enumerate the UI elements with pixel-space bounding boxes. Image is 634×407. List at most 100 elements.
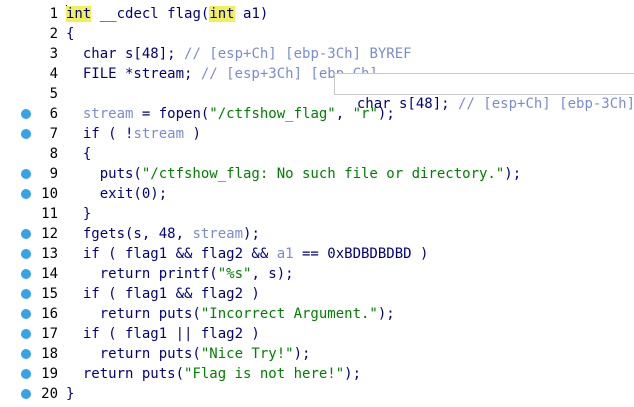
code-text[interactable]: FILE *stream; // [esp+3Ch] [ebp-Ch] bbox=[66, 64, 378, 84]
code-text[interactable]: } bbox=[66, 204, 91, 224]
code-token: ); bbox=[243, 226, 260, 242]
breakpoint-dot-icon[interactable] bbox=[21, 189, 31, 199]
code-token: { bbox=[66, 146, 92, 162]
line-number: 8 bbox=[49, 146, 58, 162]
breakpoint-dot-icon[interactable] bbox=[21, 169, 31, 179]
code-text[interactable]: return puts("Nice Try!"); bbox=[66, 344, 311, 364]
breakpoint-dot-icon[interactable] bbox=[21, 289, 31, 299]
line-number: 10 bbox=[41, 186, 58, 202]
code-token: return printf( bbox=[66, 266, 218, 282]
code-line[interactable]: 7 if ( !stream ) bbox=[0, 124, 634, 144]
code-token: = fopen( bbox=[133, 106, 210, 122]
code-token: return puts( bbox=[66, 346, 201, 362]
line-number: 15 bbox=[41, 286, 58, 302]
line-number: 6 bbox=[49, 106, 58, 122]
code-token: a1) bbox=[234, 6, 269, 22]
code-line[interactable]: 15 if ( flag1 && flag2 ) bbox=[0, 284, 634, 304]
string-literal: "/ctfshow_flag: No such file or director… bbox=[141, 166, 505, 182]
highlighted-keyword: int bbox=[66, 6, 92, 22]
breakpoint-dot-icon[interactable] bbox=[21, 349, 31, 359]
line-number: 11 bbox=[41, 206, 58, 222]
code-line[interactable]: 19 return puts("Flag is not here!"); bbox=[0, 364, 634, 384]
line-number: 9 bbox=[49, 166, 58, 182]
code-token: { bbox=[66, 26, 75, 42]
code-line[interactable]: 8 { bbox=[0, 144, 634, 164]
code-line[interactable]: 10 exit(0); bbox=[0, 184, 634, 204]
code-token: , s); bbox=[251, 266, 294, 282]
breakpoint-dot-icon[interactable] bbox=[21, 389, 31, 399]
code-text[interactable]: fgets(s, 48, stream); bbox=[66, 224, 260, 244]
code-line[interactable]: 13 if ( flag1 && flag2 && a1 == 0xBDBDBD… bbox=[0, 244, 634, 264]
variable-token: stream bbox=[192, 226, 244, 242]
code-line[interactable]: 16 return puts("Incorrect Argument."); bbox=[0, 304, 634, 324]
code-text[interactable]: return puts("Flag is not here!"); bbox=[66, 364, 361, 384]
breakpoint-dot-icon[interactable] bbox=[21, 249, 31, 259]
code-line[interactable]: 2{ bbox=[0, 24, 634, 44]
code-token: ) bbox=[184, 126, 201, 142]
code-token: == 0xBDBDBDBD ) bbox=[293, 246, 429, 262]
line-number: 14 bbox=[41, 266, 58, 282]
code-token: } bbox=[66, 206, 92, 222]
line-number: 19 bbox=[41, 366, 58, 382]
code-text[interactable]: char s[48]; // [esp+Ch] [ebp-3Ch] BYREF bbox=[66, 44, 412, 64]
line-number: 16 bbox=[41, 306, 58, 322]
code-text[interactable]: exit(0); bbox=[66, 184, 167, 204]
string-literal: "Incorrect Argument." bbox=[200, 306, 378, 322]
code-token: if ( flag1 && flag2 ) bbox=[66, 286, 260, 302]
code-text[interactable]: { bbox=[66, 24, 74, 44]
code-token: __cdecl flag( bbox=[91, 6, 210, 22]
breakpoint-dot-icon[interactable] bbox=[21, 309, 31, 319]
line-number: 13 bbox=[41, 246, 58, 262]
pseudocode-view[interactable]: 1 int __cdecl flag(int a1) 2{3 char s[48];… bbox=[0, 0, 634, 407]
code-text[interactable]: if ( flag1 && flag2 ) bbox=[66, 284, 260, 304]
string-literal: "%s" bbox=[217, 266, 252, 282]
code-text[interactable]: puts("/ctfshow_flag: No such file or dir… bbox=[66, 164, 521, 184]
code-token: puts( bbox=[66, 166, 142, 182]
code-text[interactable]: { bbox=[66, 144, 91, 164]
code-token: if ( flag1 || flag2 ) bbox=[66, 326, 260, 342]
line-number: 12 bbox=[41, 226, 58, 242]
code-token: ); bbox=[377, 306, 395, 322]
code-line[interactable]: 12 fgets(s, 48, stream); bbox=[0, 224, 634, 244]
code-token: if ( ! bbox=[66, 126, 134, 142]
code-text[interactable]: } bbox=[66, 384, 74, 404]
line-number: 4 bbox=[49, 66, 58, 82]
tooltip-comment: // [esp+Ch] [ebp-3Ch] bbox=[458, 96, 634, 112]
code-token: fgets(s, 48, bbox=[66, 226, 193, 242]
line-number: 17 bbox=[41, 326, 58, 342]
code-line[interactable]: 11 } bbox=[0, 204, 634, 224]
breakpoint-dot-icon[interactable] bbox=[21, 369, 31, 379]
code-token: exit(0); bbox=[66, 186, 168, 202]
code-line[interactable]: 14 return printf("%s", s); bbox=[0, 264, 634, 284]
line-number: 3 bbox=[49, 46, 58, 62]
code-token: return puts( bbox=[66, 306, 201, 322]
code-line[interactable]: 20} bbox=[0, 384, 634, 404]
breakpoint-dot-icon[interactable] bbox=[21, 229, 31, 239]
line-number: 1 bbox=[49, 6, 58, 22]
code-token: ); bbox=[293, 346, 311, 362]
code-text[interactable]: return puts("Incorrect Argument."); bbox=[66, 304, 395, 324]
code-token: FILE *stream; bbox=[66, 66, 201, 82]
code-token: } bbox=[66, 386, 75, 402]
string-literal: "/ctfshow_flag" bbox=[209, 106, 336, 122]
code-line[interactable]: 3 char s[48]; // [esp+Ch] [ebp-3Ch] BYRE… bbox=[0, 44, 634, 64]
code-line[interactable]: 18 return puts("Nice Try!"); bbox=[0, 344, 634, 364]
breakpoint-dot-icon[interactable] bbox=[21, 269, 31, 279]
breakpoint-dot-icon[interactable] bbox=[21, 109, 31, 119]
variable-token: a1 bbox=[276, 246, 294, 262]
highlighted-keyword: int bbox=[209, 6, 235, 22]
string-literal: "Flag is not here!" bbox=[184, 366, 345, 382]
breakpoint-dot-icon[interactable] bbox=[21, 129, 31, 139]
code-text[interactable]: if ( flag1 || flag2 ) bbox=[66, 324, 260, 344]
code-token: return puts( bbox=[66, 366, 185, 382]
hover-tooltip: char s[48]; // [esp+Ch] [ebp-3Ch] bbox=[334, 73, 634, 112]
code-text[interactable]: return printf("%s", s); bbox=[66, 264, 294, 284]
line-number: 5 bbox=[49, 86, 58, 102]
code-text[interactable]: if ( flag1 && flag2 && a1 == 0xBDBDBDBD … bbox=[66, 244, 429, 264]
code-text[interactable]: if ( !stream ) bbox=[66, 124, 201, 144]
code-line[interactable]: 1 int __cdecl flag(int a1) bbox=[0, 4, 634, 24]
code-line[interactable]: 9 puts("/ctfshow_flag: No such file or d… bbox=[0, 164, 634, 184]
code-text[interactable]: int __cdecl flag(int a1) bbox=[66, 4, 268, 24]
breakpoint-dot-icon[interactable] bbox=[21, 329, 31, 339]
code-line[interactable]: 17 if ( flag1 || flag2 ) bbox=[0, 324, 634, 344]
